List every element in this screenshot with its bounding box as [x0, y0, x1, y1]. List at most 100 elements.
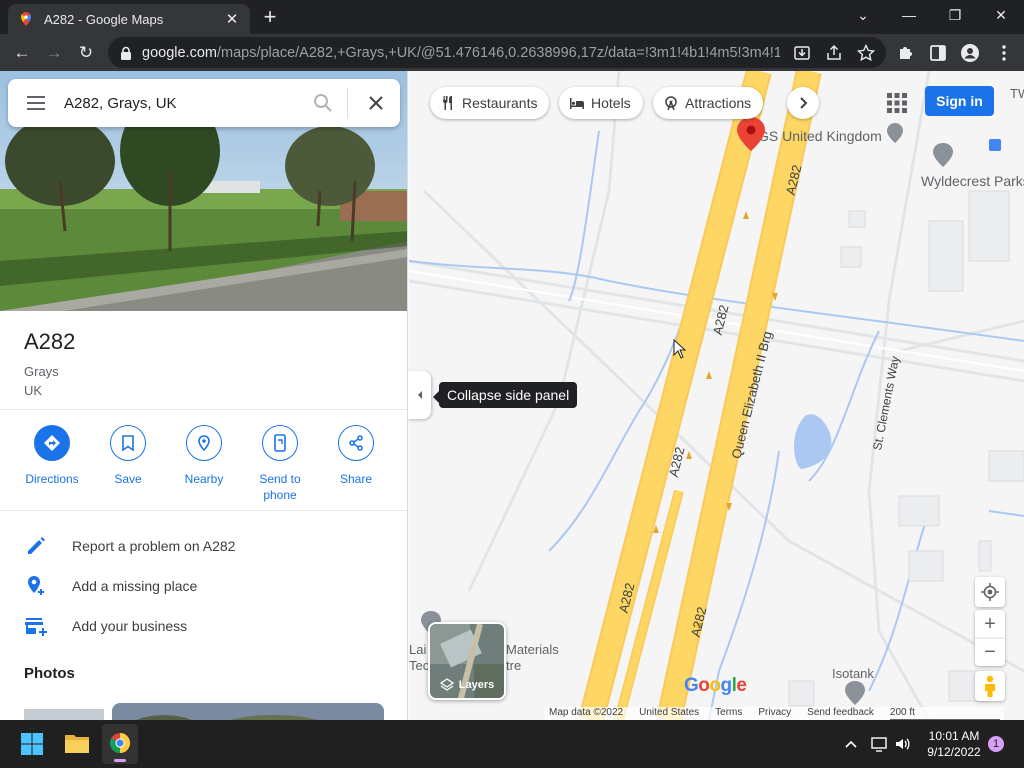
google-maps-favicon-icon [21, 12, 31, 26]
photos-heading: Photos [24, 665, 75, 682]
nearby-button[interactable]: Nearby [169, 425, 239, 503]
share-button[interactable]: Share [321, 425, 391, 503]
directions-button[interactable]: Directions [17, 425, 87, 503]
bed-icon [570, 98, 584, 109]
minimize-button[interactable]: — [886, 0, 932, 30]
chevron-up-icon[interactable] [844, 737, 858, 751]
zoom-out-button[interactable]: − [975, 638, 1005, 666]
share-icon-circle [338, 425, 374, 461]
region-link[interactable]: United States [639, 707, 699, 720]
taskbar-clock[interactable]: 10:01 AM 9/12/2022 [916, 728, 992, 760]
place-locality: Grays [24, 364, 59, 379]
save-label: Save [114, 472, 142, 486]
browser-menu-kebab-icon[interactable] [994, 43, 1014, 63]
close-window-button[interactable]: ✕ [978, 0, 1024, 30]
network-icon[interactable] [870, 735, 888, 753]
os-taskbar: 1 [0, 720, 1024, 768]
tab-close-icon[interactable]: ✕ [224, 10, 240, 28]
ferris-wheel-icon [665, 96, 677, 111]
add-business-row[interactable]: Add your business [24, 614, 187, 638]
phone-icon [274, 434, 286, 452]
search-input[interactable] [64, 83, 303, 123]
share-label: Share [339, 472, 373, 486]
save-button[interactable]: Save [93, 425, 163, 503]
hamburger-menu-button[interactable] [8, 79, 64, 127]
send-feedback-link[interactable]: Send feedback [807, 707, 874, 720]
chip-hotels[interactable]: Hotels [559, 87, 643, 119]
google-apps-grid-icon[interactable] [884, 90, 910, 116]
active-app-indicator [114, 759, 126, 762]
search-button[interactable] [303, 79, 343, 127]
poi-label-lai: Lai [409, 642, 426, 657]
place-title: A282 [24, 329, 76, 354]
chip-attractions-label: Attractions [685, 95, 752, 111]
my-location-icon [981, 583, 999, 601]
address-bar[interactable]: google.com/maps/place/A282,+Grays,+UK/@5… [108, 37, 886, 68]
send-to-phone-button[interactable]: Send to phone [245, 425, 315, 503]
poi-label-tw: TW P [1010, 86, 1024, 101]
directions-icon-circle [34, 425, 70, 461]
browser-tab[interactable]: A282 - Google Maps ✕ [8, 4, 250, 34]
terms-link[interactable]: Terms [715, 707, 742, 720]
windows-start-icon[interactable] [20, 732, 44, 756]
profile-avatar-icon[interactable] [960, 43, 980, 63]
chip-attractions[interactable]: Attractions [653, 87, 764, 119]
lock-icon [121, 46, 131, 60]
install-app-icon[interactable] [792, 43, 812, 63]
scale-bar[interactable]: 200 ft [889, 707, 1000, 720]
file-explorer-icon[interactable] [64, 732, 90, 754]
chrome-icon [109, 732, 131, 754]
chip-restaurants[interactable]: Restaurants [430, 87, 550, 119]
new-tab-button[interactable]: + [258, 6, 282, 30]
layers-stack-icon [439, 678, 454, 691]
chip-restaurants-label: Restaurants [462, 95, 538, 111]
chevron-right-icon [800, 97, 808, 109]
layers-button[interactable]: Layers [428, 622, 506, 700]
street-view-pegman-button[interactable] [975, 671, 1005, 701]
report-problem-row[interactable]: Report a problem on A282 [24, 534, 235, 558]
poi-label-materials: Materials [506, 642, 559, 657]
privacy-link[interactable]: Privacy [758, 707, 791, 720]
bus-stop-icon [989, 139, 1001, 151]
photo-thumbnails [24, 703, 384, 720]
place-side-panel: A282 Grays UK Directions Save [0, 71, 408, 720]
report-problem-label: Report a problem on A282 [72, 538, 236, 554]
chrome-taskbar-button[interactable] [102, 724, 138, 764]
google-logo: Google [684, 675, 747, 696]
restore-button[interactable]: ❐ [932, 0, 978, 30]
reload-icon[interactable]: ↻ [72, 39, 100, 67]
pencil-icon [28, 537, 45, 554]
tab-search-chevron-icon[interactable]: ⌄ [840, 0, 886, 30]
volume-icon[interactable] [894, 735, 912, 753]
hamburger-icon [27, 96, 45, 110]
search-box [8, 79, 400, 127]
forward-arrow-icon[interactable]: → [40, 39, 68, 67]
add-business-icon [25, 618, 47, 636]
add-business-label: Add your business [72, 618, 188, 634]
back-arrow-icon[interactable]: ← [8, 39, 36, 67]
photos-strip[interactable] [24, 703, 384, 720]
mouse-cursor-icon [673, 339, 687, 359]
poi-label-tre: tre [506, 658, 521, 673]
bookmark-star-icon[interactable] [856, 43, 876, 63]
url-text: google.com/maps/place/A282,+Grays,+UK/@5… [142, 44, 780, 61]
zoom-in-button[interactable]: + [975, 610, 1005, 638]
save-icon-circle [110, 425, 146, 461]
search-icon [314, 94, 332, 112]
extensions-puzzle-icon[interactable] [896, 43, 916, 63]
share-page-icon[interactable] [824, 43, 844, 63]
place-country: UK [24, 383, 43, 398]
add-missing-place-row[interactable]: Add a missing place [24, 574, 197, 598]
chip-scroll-right-button[interactable] [787, 87, 819, 119]
search-divider [347, 88, 348, 118]
send-to-phone-label: Send to phone [259, 472, 301, 502]
maps-viewport: A282 A282 A282 A282 A282 Queen Elizabeth… [0, 71, 1024, 720]
sign-in-button[interactable]: Sign in [925, 86, 994, 116]
side-panel-icon[interactable] [928, 43, 948, 63]
clear-search-button[interactable] [352, 79, 400, 127]
map-attribution-bar: Map data ©2022 United States Terms Priva… [545, 707, 1004, 720]
map-data-text: Map data ©2022 [549, 707, 624, 718]
chip-hotels-label: Hotels [591, 95, 631, 111]
my-location-button[interactable] [975, 577, 1005, 607]
collapse-side-panel-button[interactable] [408, 371, 431, 419]
